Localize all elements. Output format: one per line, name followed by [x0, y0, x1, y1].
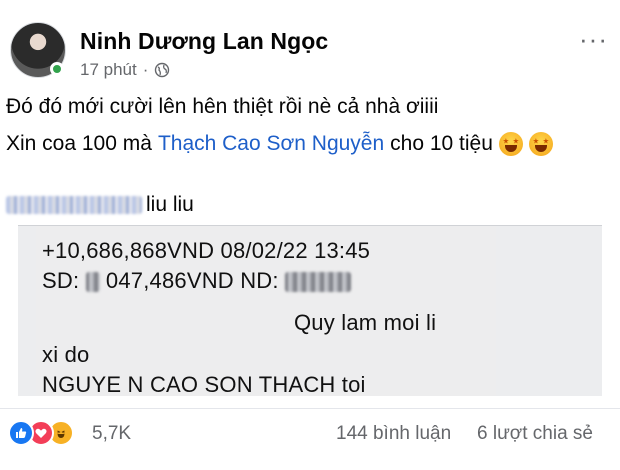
star-struck-emoji-icon — [528, 132, 553, 156]
post-text-line-2: Xin coa 100 mà Thạch Cao Sơn Nguyễn cho … — [6, 132, 553, 156]
blurred-text — [285, 272, 351, 293]
receipt-line-4: xi do — [42, 342, 90, 367]
avatar[interactable] — [10, 22, 66, 78]
author-name[interactable]: Ninh Dương Lan Ngọc — [80, 28, 328, 55]
reaction-icons[interactable] — [8, 420, 74, 446]
bank-receipt-image[interactable]: +10,686,868VND 08/02/22 13:45 SD: 047,48… — [18, 225, 602, 396]
blurred-text — [6, 196, 142, 214]
receipt-line-5: NGUYE N CAO SON THACH toi — [42, 372, 366, 396]
facebook-post: Ninh Dương Lan Ngọc 17 phút · ··· Đó đó … — [0, 0, 620, 470]
globe-icon — [155, 62, 170, 78]
post-text-line-1: Đó đó mới cười lên hên thiệt rồi nè cả n… — [6, 95, 439, 118]
blurred-text — [85, 272, 100, 293]
receipt-line-1: +10,686,868VND 08/02/22 13:45 — [42, 238, 371, 263]
share-count[interactable]: 6 lượt chia sẻ — [477, 423, 593, 445]
post-meta: 17 phút · — [80, 60, 170, 80]
receipt-line-2: SD: 047,486VND ND: — [42, 268, 351, 294]
comment-count[interactable]: 144 bình luận — [336, 423, 451, 445]
post-text-suffix: cho 10 tiệu — [390, 132, 493, 155]
like-icon — [8, 420, 34, 446]
post-time[interactable]: 17 phút — [80, 60, 137, 80]
star-struck-emoji-icon — [498, 132, 523, 156]
more-options-icon[interactable]: ··· — [579, 26, 608, 52]
receipt-balance-label: SD: — [42, 268, 80, 293]
online-status-dot — [50, 62, 64, 76]
tagged-user-link[interactable]: Thạch Cao Sơn Nguyễn — [158, 132, 384, 156]
post-text-line-3: liu liu — [6, 193, 194, 217]
reaction-count[interactable]: 5,7K — [92, 423, 131, 445]
receipt-line-3: Quy lam moi li — [294, 310, 437, 335]
meta-separator: · — [142, 60, 149, 79]
post-text-line-3-suffix: liu liu — [146, 193, 194, 216]
footer-divider — [0, 408, 620, 409]
post-text-prefix: Xin coa 100 mà — [6, 132, 152, 155]
receipt-balance-value: 047,486VND ND: — [105, 268, 279, 293]
